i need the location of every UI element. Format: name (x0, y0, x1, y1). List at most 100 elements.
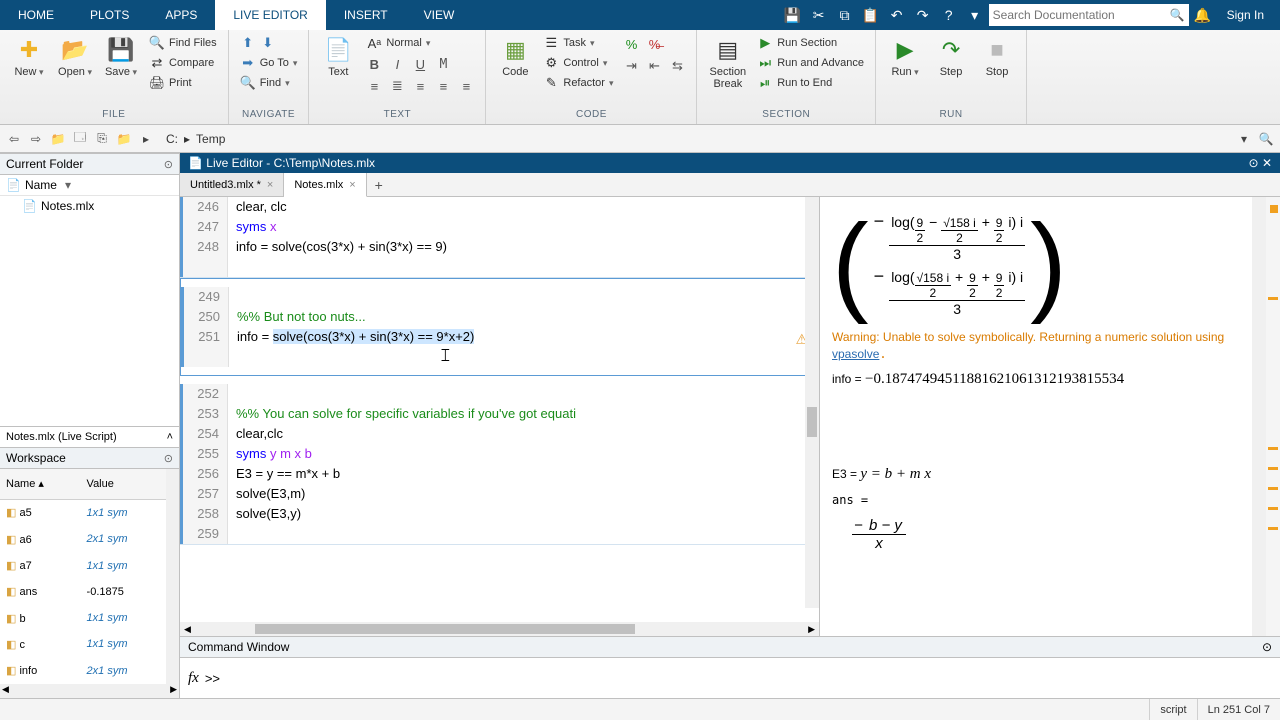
section-break-button[interactable]: ▤Section Break (705, 34, 750, 92)
help-icon[interactable]: ? (937, 3, 961, 27)
file-notes[interactable]: 📄Notes.mlx (0, 196, 179, 216)
align-center-icon[interactable]: ≡ (432, 76, 454, 96)
task-button[interactable]: ☰Task (540, 34, 616, 52)
name-header[interactable]: Name (25, 178, 57, 192)
ws-value-header[interactable]: Value (81, 469, 166, 499)
workspace-var[interactable]: ◧ a62x1 sym (0, 526, 166, 552)
cmd-menu-icon[interactable]: ⊙ (1262, 640, 1272, 654)
find-files-button[interactable]: 🔍Find Files (146, 34, 220, 52)
indent-icon[interactable]: ⇥ (620, 56, 642, 76)
workspace-var[interactable]: ◧ b1x1 sym (0, 605, 166, 631)
collapse-icon[interactable]: ˄ (167, 431, 173, 443)
tab-insert[interactable]: INSERT (326, 0, 406, 30)
search-input[interactable] (993, 8, 1170, 22)
stop-button[interactable]: ■Stop (976, 34, 1018, 80)
style-normal[interactable]: AᵃNormal (363, 34, 477, 52)
adv-icon[interactable]: ⎘ (92, 129, 112, 149)
compare-button[interactable]: ⇄Compare (146, 54, 220, 72)
undo-icon[interactable]: ↶ (885, 3, 909, 27)
hscroll-right-icon[interactable]: ▶ (170, 684, 177, 698)
open-button[interactable]: 📂Open (54, 34, 96, 80)
ribbon-group-section: SECTION (705, 109, 867, 122)
text-button[interactable]: 📄Text (317, 34, 359, 80)
folder-crumb[interactable]: Temp (196, 132, 225, 146)
save-icon[interactable]: 💾 (781, 3, 805, 27)
search-path-icon[interactable]: 🔍 (1256, 129, 1276, 149)
workspace-var[interactable]: ◧ a71x1 sym (0, 553, 166, 579)
nav-up-button[interactable]: ⬆⬇ (237, 34, 301, 52)
drive-crumb[interactable]: C: (166, 132, 178, 146)
workspace-var[interactable]: ◧ ans-0.1875 (0, 579, 166, 605)
print-icon: 🖨 (149, 75, 165, 91)
search-icon[interactable]: 🔍 (1170, 8, 1185, 22)
save-button[interactable]: 💾Save (100, 34, 142, 80)
forward-icon[interactable]: ⇨ (26, 129, 46, 149)
refactor-button[interactable]: ✎Refactor (540, 74, 616, 92)
tab-live-editor[interactable]: LIVE EDITOR (215, 0, 325, 30)
tab-home[interactable]: HOME (0, 0, 72, 30)
close-tab-icon[interactable]: × (267, 179, 273, 191)
new-button[interactable]: ✚New (8, 34, 50, 80)
goto-button[interactable]: ➡Go To (237, 54, 301, 72)
bullets-icon[interactable]: ≡ (363, 76, 385, 96)
path-dropdown-icon[interactable]: ▾ (1234, 129, 1254, 149)
ws-menu-icon[interactable]: ⊙ (164, 452, 173, 465)
tab-apps[interactable]: APPS (147, 0, 215, 30)
code-button[interactable]: ▦Code (494, 34, 536, 80)
control-button[interactable]: ⚙Control (540, 54, 616, 72)
cut-icon[interactable]: ✂ (807, 3, 831, 27)
paste-icon[interactable]: 📋 (859, 3, 883, 27)
dropdown-icon[interactable]: ▾ (963, 3, 987, 27)
command-input[interactable]: fx>> (180, 658, 1280, 698)
fx-icon[interactable]: fx (188, 670, 199, 687)
panel-menu-icon[interactable]: ⊙ (164, 158, 173, 171)
find-button[interactable]: 🔍Find (237, 74, 301, 92)
mono-button[interactable]: M (432, 54, 454, 74)
close-editor-icon[interactable]: ✕ (1262, 156, 1272, 170)
up-icon[interactable]: 📁 (48, 129, 68, 149)
code-vscroll[interactable] (805, 197, 819, 608)
vpasolve-link[interactable]: vpasolve (832, 347, 879, 361)
run-section-button[interactable]: ▶Run Section (754, 34, 867, 52)
code-pane[interactable]: 246clear, clc 247syms x 248info = solve(… (180, 197, 820, 636)
numbered-icon[interactable]: ≣ (386, 76, 408, 96)
browse-icon[interactable]: 🗔 (70, 129, 90, 149)
workspace-var[interactable]: ◧ a51x1 sym (0, 499, 166, 526)
copy-icon[interactable]: ⧉ (833, 3, 857, 27)
sign-in-link[interactable]: Sign In (1217, 8, 1274, 22)
redo-icon[interactable]: ↷ (911, 3, 935, 27)
italic-button[interactable]: I (386, 54, 408, 74)
outdent-icon[interactable]: ⇤ (643, 56, 665, 76)
align-right-icon[interactable]: ≡ (455, 76, 477, 96)
tab-view[interactable]: VIEW (406, 0, 473, 30)
chevron-icon[interactable]: ▸ (136, 129, 156, 149)
align-left-icon[interactable]: ≡ (409, 76, 431, 96)
underline-button[interactable]: U (409, 54, 431, 74)
run-to-end-button[interactable]: ⏯Run to End (754, 74, 867, 92)
bell-icon[interactable]: 🔔 (1191, 3, 1215, 27)
ws-scrollbar[interactable] (166, 469, 179, 684)
run-button[interactable]: ▶Run (884, 34, 926, 80)
close-tab-icon[interactable]: × (349, 179, 355, 191)
comment-icon[interactable]: % (620, 34, 642, 54)
workspace-var[interactable]: ◧ c1x1 sym (0, 631, 166, 657)
tab-notes[interactable]: Notes.mlx× (284, 173, 366, 197)
output-vscroll[interactable] (1252, 197, 1266, 636)
back-icon[interactable]: ⇦ (4, 129, 24, 149)
run-advance-button[interactable]: ⏭Run and Advance (754, 54, 867, 72)
tab-plots[interactable]: PLOTS (72, 0, 147, 30)
code-hscroll[interactable]: ◀▶ (180, 622, 819, 636)
print-button[interactable]: 🖨Print (146, 74, 220, 92)
tab-untitled3[interactable]: Untitled3.mlx *× (180, 173, 284, 196)
new-tab-button[interactable]: + (367, 173, 391, 196)
search-documentation[interactable]: 🔍 (989, 4, 1189, 26)
uncomment-icon[interactable]: %̶ (643, 34, 665, 54)
arrow-up-icon: ⬆ (240, 35, 256, 51)
step-button[interactable]: ↷Step (930, 34, 972, 80)
maximize-icon[interactable]: ⊙ (1249, 156, 1259, 170)
autoindent-icon[interactable]: ⇆ (666, 56, 688, 76)
bold-button[interactable]: B (363, 54, 385, 74)
ws-name-header[interactable]: Name ▴ (0, 469, 81, 499)
hscroll-left-icon[interactable]: ◀ (2, 684, 9, 698)
workspace-var[interactable]: ◧ info2x1 sym (0, 658, 166, 684)
